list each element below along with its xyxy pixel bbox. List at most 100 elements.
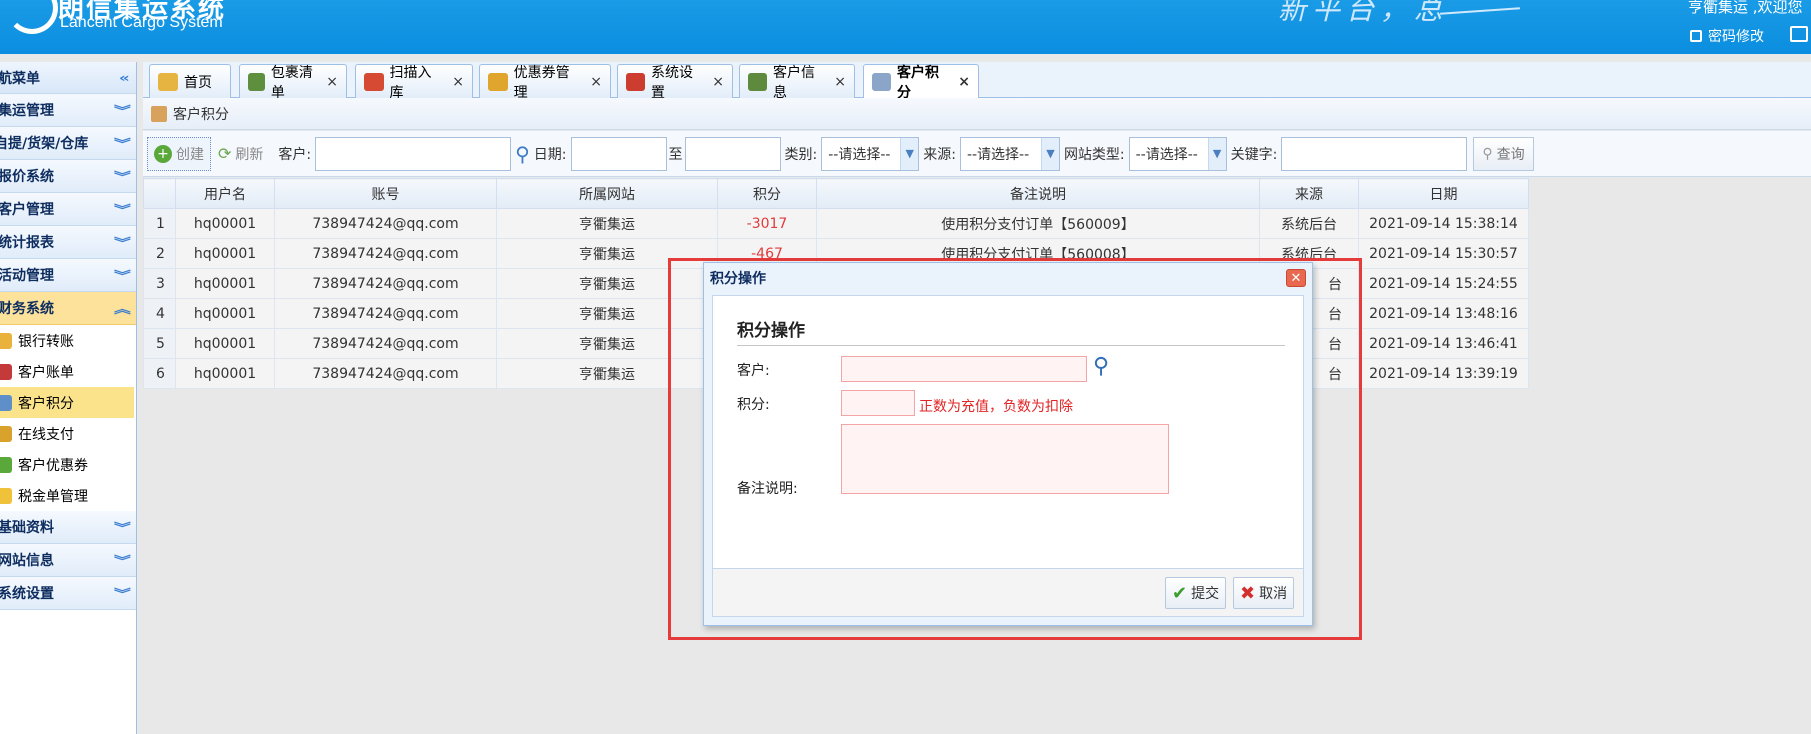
home-icon <box>158 72 178 91</box>
sidebar-group-label: 自提/货架/仓库 <box>0 136 89 152</box>
sidebar-group-label: 系统设置 <box>0 586 54 602</box>
close-icon[interactable]: × <box>834 74 846 90</box>
date-from-input[interactable] <box>570 136 667 171</box>
column-header[interactable]: 所属网站 <box>496 178 718 209</box>
category-select[interactable]: --请选择-- ▼ <box>821 136 920 171</box>
sidebar-item-customer-coupon[interactable]: 客户优惠券 <box>0 449 136 480</box>
refresh-label: 刷新 <box>235 146 264 163</box>
collapse-sidebar-icon[interactable]: « <box>119 71 130 85</box>
chevron-down-icon: ︾ <box>113 202 131 217</box>
cell-account: 738947424@qq.com <box>274 298 497 329</box>
dialog-titlebar[interactable]: 积分操作 ✕ <box>704 263 1312 293</box>
tab-label: 客户积分 <box>897 65 940 101</box>
cell-username: hq00001 <box>175 268 275 299</box>
chevron-down-icon: ︾ <box>113 586 131 601</box>
sidebar-group-basic-data[interactable]: 基础资料 ︾ <box>0 511 136 544</box>
column-header[interactable]: 备注说明 <box>816 178 1260 209</box>
sidebar-group-site-info[interactable]: 网站信息 ︾ <box>0 544 136 577</box>
sidebar-group-quote[interactable]: 报价系统 ︾ <box>0 160 136 193</box>
customer-filter-input[interactable] <box>315 136 512 171</box>
sidebar-group-label: 财务系统 <box>0 301 54 317</box>
signpost-icon <box>151 105 167 122</box>
keyword-filter-label: 关键字: <box>1230 146 1278 163</box>
table-row[interactable]: 1 hq00001 738947424@qq.com 亨衢集运 -3017 使用… <box>143 208 1529 239</box>
lock-icon <box>0 332 12 349</box>
date-to-input[interactable] <box>684 136 781 171</box>
refresh-button[interactable]: ⟳ 刷新 <box>211 137 270 171</box>
sidebar-item-bank-transfer[interactable]: 银行转账 <box>0 325 136 356</box>
chevron-down-icon: ︾ <box>113 553 131 568</box>
query-label: 查询 <box>1496 146 1525 163</box>
close-icon[interactable]: × <box>712 74 724 90</box>
logo-icon <box>6 0 58 34</box>
change-password-link[interactable]: 密码修改 <box>1690 26 1764 46</box>
cell-date: 2021-09-14 15:30:57 <box>1358 238 1529 269</box>
points-hint: 正数为充值，负数为扣除 <box>919 399 1073 415</box>
sidebar-group-system-settings[interactable]: 系统设置 ︾ <box>0 577 136 610</box>
close-icon[interactable]: ✕ <box>1286 269 1306 287</box>
sidebar-group-customer[interactable]: 客户管理 ︾ <box>0 193 136 226</box>
submit-label: 提交 <box>1191 586 1220 602</box>
remark-textarea[interactable] <box>841 424 1169 494</box>
sidebar-title-label: 导航菜单 <box>0 70 40 87</box>
tab-customer-info[interactable]: 客户信息 × <box>739 64 855 101</box>
sidebar-group-activity[interactable]: 活动管理 ︾ <box>0 259 136 292</box>
sidebar-group-finance[interactable]: 财务系统 ︽ <box>0 292 136 325</box>
checkmark-icon: ✔ <box>1172 582 1188 604</box>
site-type-select-value: --请选择-- <box>1135 146 1198 163</box>
cell-username: hq00001 <box>175 328 275 359</box>
truck-icon <box>248 72 265 91</box>
create-button[interactable]: + 创建 <box>147 136 211 171</box>
source-select[interactable]: --请选择-- ▼ <box>959 136 1060 171</box>
settings-icon <box>626 72 646 91</box>
points-field[interactable] <box>841 390 915 416</box>
tab-label: 系统设置 <box>651 64 694 101</box>
refresh-icon: ⟳ <box>218 144 232 163</box>
search-icon[interactable]: ⚲ <box>1093 354 1109 379</box>
search-icon[interactable]: ⚲ <box>515 142 530 166</box>
sidebar-item-tax-bill[interactable]: 税金单管理 <box>0 480 136 511</box>
keyword-input[interactable] <box>1281 136 1468 171</box>
sidebar-group-reports[interactable]: 统计报表 ︾ <box>0 226 136 259</box>
sidebar-item-customer-points[interactable]: 客户积分 <box>0 387 134 418</box>
logout-icon[interactable] <box>1790 26 1808 42</box>
sidebar-item-label: 客户账单 <box>18 364 74 381</box>
query-button[interactable]: ⚲ 查询 <box>1473 136 1534 171</box>
sidebar-group-cargo[interactable]: 集运管理 ︾ <box>0 94 136 127</box>
cancel-button[interactable]: ✖ 取消 <box>1233 577 1295 609</box>
site-type-select[interactable]: --请选择-- ▼ <box>1128 136 1227 171</box>
bill-icon <box>0 363 12 380</box>
cell-remark: 使用积分支付订单【560009】 <box>816 208 1260 239</box>
sidebar-group-pickup[interactable]: 自提/货架/仓库 ︾ <box>0 127 136 160</box>
tab-scan-inbound[interactable]: 扫描入库 × <box>355 64 473 101</box>
close-icon[interactable]: × <box>452 74 464 90</box>
tab-coupon-management[interactable]: 优惠券管理 × <box>479 64 611 101</box>
column-header[interactable]: 来源 <box>1259 178 1359 209</box>
sidebar-item-online-payment[interactable]: 在线支付 <box>0 418 136 449</box>
chevron-up-icon: ︽ <box>113 301 131 316</box>
submit-button[interactable]: ✔ 提交 <box>1165 577 1227 609</box>
row-number: 5 <box>143 328 176 359</box>
site-type-filter-label: 网站类型: <box>1063 146 1125 163</box>
column-header[interactable]: 账号 <box>274 178 497 209</box>
column-header[interactable]: 积分 <box>717 178 817 209</box>
close-icon[interactable]: × <box>590 74 602 90</box>
category-filter-label: 类别: <box>784 146 818 163</box>
tab-customer-points[interactable]: 客户积分 × <box>863 64 979 101</box>
customer-field[interactable] <box>841 356 1087 382</box>
sidebar-group-label: 报价系统 <box>0 169 54 185</box>
tab-label: 优惠券管理 <box>513 64 570 101</box>
tab-system-settings[interactable]: 系统设置 × <box>617 64 733 101</box>
category-select-value: --请选择-- <box>828 146 891 163</box>
close-icon[interactable]: × <box>958 74 970 90</box>
column-header[interactable]: 用户名 <box>175 178 275 209</box>
calculator-icon <box>872 73 892 91</box>
close-icon[interactable]: × <box>326 74 338 90</box>
header-slogan: 新平台，总 <box>1278 0 1449 26</box>
column-header[interactable]: 日期 <box>1358 178 1529 209</box>
create-label: 创建 <box>176 146 204 163</box>
chevron-down-icon: ▼ <box>900 137 919 170</box>
sidebar-item-customer-bill[interactable]: 客户账单 <box>0 356 136 387</box>
tab-package-list[interactable]: 包裹清单 × <box>239 64 347 101</box>
tab-home[interactable]: 首页 <box>149 64 231 98</box>
